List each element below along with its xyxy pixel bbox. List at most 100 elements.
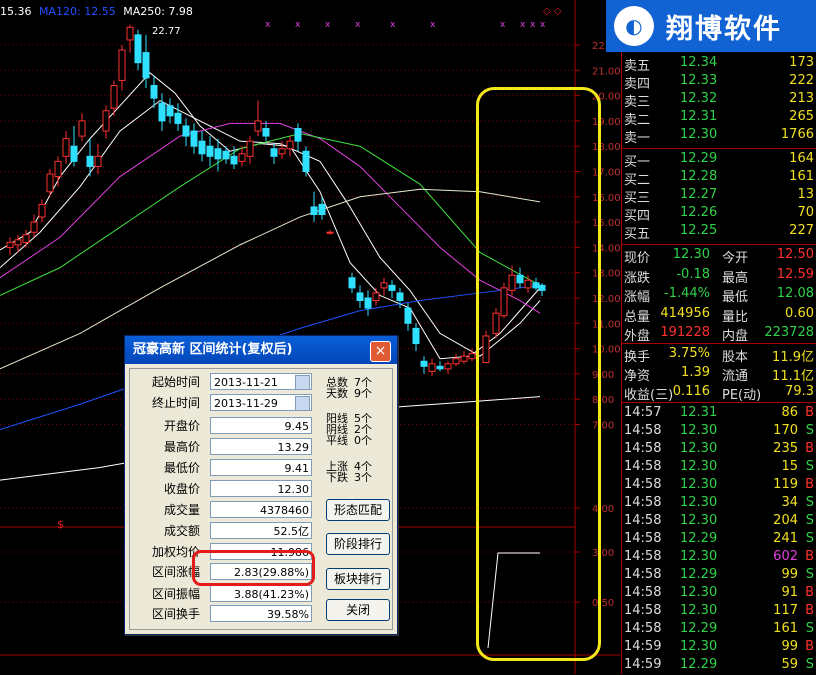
candle-body: [468, 353, 476, 360]
end-time-field[interactable]: 2013-11-29: [210, 394, 312, 411]
tick-time: 14:58: [624, 441, 662, 456]
candle-body: [388, 284, 396, 291]
dividend-marker[interactable]: $: [57, 518, 64, 531]
field-label: 区间涨幅: [151, 565, 200, 579]
candle-body: [420, 360, 428, 367]
stat-value-2: 12.59: [776, 266, 814, 282]
bid-label: 买五: [624, 227, 651, 242]
candle-body: [206, 145, 214, 157]
bid-price: 12.25: [680, 223, 718, 238]
end-time-value: 2013-11-29: [214, 397, 278, 410]
field-value: 39.58%: [210, 605, 312, 622]
candle-body: [46, 173, 54, 193]
candle-body: [262, 127, 270, 137]
bid-volume: 161: [789, 169, 814, 184]
tick-price: 12.31: [680, 405, 718, 420]
candle-body: [166, 105, 174, 117]
candle-body: [78, 120, 86, 137]
event-marker: x: [430, 20, 436, 30]
field-label: 最低价: [163, 461, 200, 475]
field-value: 13.29: [210, 438, 312, 455]
tick-volume: 119: [773, 477, 798, 492]
stat-label-1: 现价: [624, 251, 651, 266]
dialog-title: 冠豪高新 区间统计(复权后): [125, 336, 397, 364]
ma-line: [0, 122, 541, 314]
tick-side: S: [805, 657, 814, 672]
field-label: 成交量: [163, 503, 200, 517]
stat-value-1: 414956: [660, 305, 710, 321]
bid-row: 买五 12.25 227: [624, 223, 814, 242]
tick-time: 14:58: [624, 585, 662, 600]
tick-row: 14:58 12.29 241 S: [624, 531, 814, 549]
bid-price: 12.26: [680, 205, 718, 220]
stat-label-2: 流通: [722, 369, 749, 384]
stat-value-1: 191228: [660, 325, 710, 340]
bid-price: 12.27: [680, 187, 718, 202]
tick-side: B: [805, 585, 814, 600]
ask-row: 卖四 12.33 222: [624, 73, 814, 92]
tick-price: 12.30: [680, 639, 718, 654]
interval-stats-dialog: 冠豪高新 区间统计(复权后) × 起始时间 2013-11-21 终止时间 20…: [124, 335, 398, 635]
bid-row: 买二 12.28 161: [624, 169, 814, 188]
candle-body: [222, 150, 230, 160]
stat-row: 收益(三) 0.116 PE(动) 79.3: [624, 384, 814, 403]
field-label: 区间换手: [151, 607, 200, 621]
candle-body: [38, 203, 46, 218]
diamond-icon[interactable]: ◇ ◇: [543, 6, 562, 17]
candle-body: [182, 125, 190, 137]
tick-volume: 170: [773, 423, 798, 438]
ask-label: 卖二: [624, 113, 651, 128]
stat-value-1: 3.75%: [668, 346, 710, 361]
stage-rank-button[interactable]: 阶段排行: [326, 533, 390, 555]
ma250-label: MA250: 7.98: [123, 5, 193, 18]
bid-price: 12.29: [680, 151, 718, 166]
candle-body: [158, 102, 166, 122]
stat-value-1: -0.18: [676, 266, 710, 282]
tick-time: 14:59: [624, 657, 662, 672]
pattern-match-button[interactable]: 形态匹配: [326, 499, 390, 521]
stat-label-2: 股本: [722, 350, 749, 365]
tick-side: B: [805, 549, 814, 564]
event-marker: x: [500, 20, 506, 30]
candle-body: [428, 363, 436, 372]
stat-label-2: 量比: [722, 309, 749, 325]
tick-row: 14:58 12.30 170 S: [624, 423, 814, 441]
tick-price: 12.29: [680, 567, 718, 582]
logo-icon: ◐: [614, 6, 654, 46]
spinner-icon[interactable]: [295, 375, 310, 390]
candle-body: [230, 155, 238, 165]
candle-body: [286, 140, 294, 150]
start-time-field[interactable]: 2013-11-21: [210, 373, 312, 390]
ask-label: 卖一: [624, 131, 651, 146]
tick-side: B: [805, 405, 814, 420]
bid-label: 买四: [624, 209, 651, 224]
event-marker: x: [540, 20, 546, 30]
spinner-icon[interactable]: [295, 396, 310, 411]
close-icon[interactable]: ×: [370, 341, 391, 362]
bid-row: 买一 12.29 164: [624, 151, 814, 170]
logo-banner: ◐ 翔博软件: [606, 0, 816, 52]
bid-label: 买一: [624, 155, 651, 170]
ma120-label: MA120: 12.55: [39, 5, 116, 18]
close-button[interactable]: 关闭: [326, 599, 390, 621]
field-label: 区间振幅: [151, 587, 200, 601]
stat-label-1: 外盘: [624, 329, 651, 344]
tick-row: 14:58 12.30 91 B: [624, 585, 814, 603]
tick-time: 14:57: [624, 405, 662, 420]
candle-body: [54, 160, 62, 178]
candle-body: [380, 282, 388, 289]
tick-time: 14:58: [624, 477, 662, 492]
tick-price: 12.29: [680, 621, 718, 636]
y-tick-label: 21.00: [592, 66, 620, 77]
tick-side: S: [805, 531, 814, 546]
sector-rank-button[interactable]: 板块排行: [326, 568, 390, 590]
candle-body: [460, 355, 468, 362]
stat-row: 换手 3.75% 股本 11.9亿: [624, 346, 814, 365]
ma-line: [0, 133, 541, 296]
stat-label: 天数: [326, 387, 348, 400]
tick-side: B: [805, 441, 814, 456]
tick-row: 14:58 12.29 161 S: [624, 621, 814, 639]
highlight-box-yellow: [476, 87, 601, 661]
divider: [622, 402, 816, 403]
tick-side: S: [805, 621, 814, 636]
